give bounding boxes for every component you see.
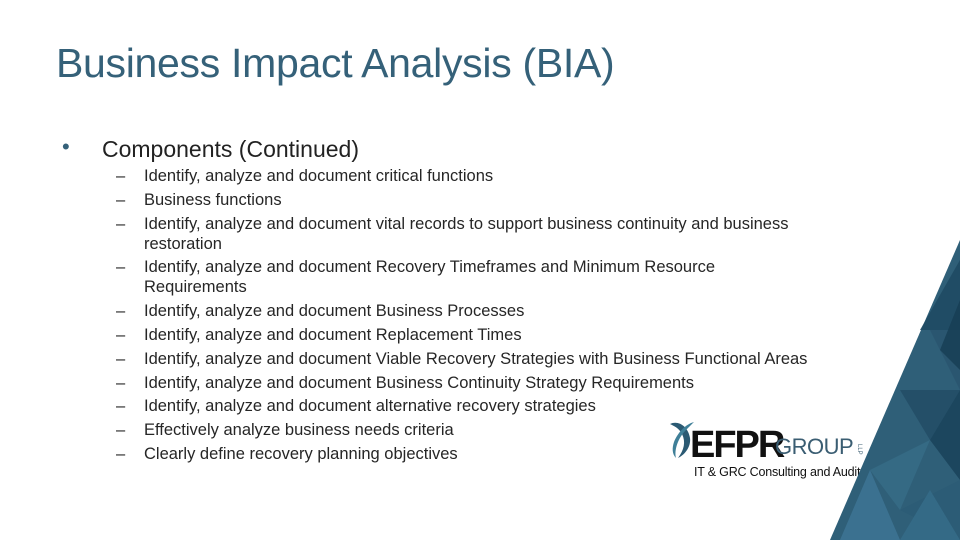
list-item-text: Business functions — [144, 190, 282, 209]
dash-marker: – — [116, 373, 126, 392]
dash-marker: – — [116, 397, 126, 416]
list-item-text: Identify, analyze and document Replaceme… — [144, 325, 522, 344]
dash-marker: – — [116, 325, 126, 344]
dash-marker: – — [116, 214, 126, 233]
list-item-text: Identify, analyze and document vital rec… — [144, 214, 789, 253]
list-item-text: Clearly define recovery planning objecti… — [144, 444, 458, 463]
list-item: – Business functions — [116, 190, 816, 210]
list-item-text: Identify, analyze and document Recovery … — [144, 258, 716, 297]
list-item-text: Effectively analyze business needs crite… — [144, 421, 454, 440]
list-item: – Identify, analyze and document Business… — [116, 301, 816, 321]
slide-title: Business Impact Analysis (BIA) — [56, 40, 615, 86]
dash-marker: – — [116, 444, 126, 463]
dash-marker: – — [116, 421, 126, 440]
list-item-text: Identify, analyze and document Viable Re… — [144, 349, 808, 368]
bullet-text: Components (Continued) — [102, 136, 359, 162]
list-item-text: Identify, analyze and document critical … — [144, 167, 494, 185]
logo-brand: EFPR — [690, 424, 785, 466]
list-item: – Identify, analyze and document Viable R… — [116, 349, 816, 369]
list-item: – Identify, analyze and document Replacem… — [116, 325, 816, 345]
dash-marker: – — [116, 302, 126, 321]
dash-marker: – — [116, 190, 126, 209]
dash-marker: – — [116, 349, 126, 368]
dash-marker: – — [116, 258, 126, 277]
list-item-text: Identify, analyze and document Business … — [144, 373, 694, 392]
list-item: – Identify, analyze and document Business… — [116, 373, 816, 393]
dash-marker: – — [116, 167, 126, 185]
list-item-text: Identify, analyze and document alternati… — [144, 397, 596, 416]
bullet-marker: • — [62, 134, 70, 159]
list-item-text: Identify, analyze and document Business … — [144, 302, 525, 321]
decorative-corner-triangles — [830, 240, 960, 540]
list-item: – Identify, analyze and document alternat… — [116, 396, 816, 416]
list-item: – Identify, analyze and document critical… — [116, 166, 816, 186]
list-item: – Identify, analyze and document vital re… — [116, 214, 816, 254]
list-item: – Identify, analyze and document Recovery… — [116, 257, 816, 297]
